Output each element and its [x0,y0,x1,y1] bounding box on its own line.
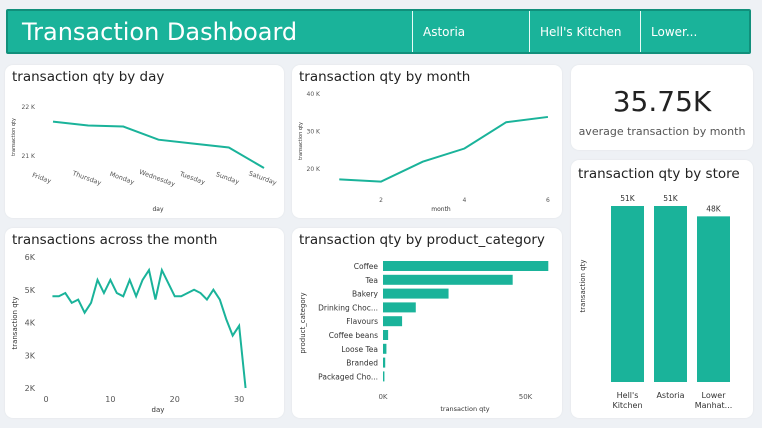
x-tick-label: 0K [378,393,387,401]
y-tick-label: 20 K [307,166,322,173]
y-tick-label: 40 K [307,91,322,98]
x-tick-label: 0 [43,395,48,404]
kpi-label: average transaction by month [578,125,746,138]
y-axis-label: transaction qty [298,122,304,160]
x-tick-label: Kitchen [612,401,642,410]
x-tick-label: Lower [702,391,727,400]
y-axis-label: transaction qty [11,118,17,156]
x-tick-label: Tuesday [178,169,207,186]
bar-value-label: 51K [620,194,636,203]
y-tick-label: Packaged Cho... [318,372,378,381]
kpi-card: 35.75K average transaction by month [571,65,753,150]
x-tick-label: 4 [463,197,467,204]
y-tick-label: Drinking Choc... [318,303,378,312]
kpi-value: 35.75K [612,85,712,118]
x-tick-label: Thursday [70,169,102,187]
chart-card-by-category: transaction qty by product_category Coff… [292,228,562,418]
chart-card-by-month: transaction qty by month 20 K 30 K 40 K246… [292,65,562,218]
x-tick-label: Sunday [215,170,241,186]
chart-by-month: 20 K 30 K 40 K 2 4 6 month transaction qty [298,91,550,213]
bar [611,206,644,382]
y-tick-label: Branded [346,359,378,368]
x-tick-label: 20 [170,395,180,404]
y-tick-label: 2K [25,384,36,393]
y-tick-label: Coffee [354,262,379,271]
y-axis-label: transaction qty [579,259,587,312]
y-tick-label: 22 K [22,104,37,111]
y-tick-label: 30 K [307,129,322,136]
bar [383,274,513,285]
slicer-astoria[interactable]: Astoria [412,11,529,52]
series-line [52,120,265,169]
y-tick-label: 6K [25,253,36,262]
y-tick-label: 21 K [22,153,37,160]
x-tick-label: Hell's [617,391,639,400]
series-line [339,115,549,183]
x-axis-label: day [152,206,163,213]
bar [383,330,389,340]
y-tick-label: Flavours [346,317,378,326]
x-tick-label: Monday [109,170,136,186]
x-tick-label: 6 [546,197,550,204]
x-axis-label: month [431,206,451,213]
y-axis-label: transaction qty [11,296,19,349]
y-tick-label: 4K [25,319,36,328]
bar-value-label: 51K [663,194,679,203]
header-bar: Transaction Dashboard Astoria Hell's Kit… [6,9,751,54]
x-tick-label: Wednesday [138,168,176,188]
y-tick-label: Tea [364,276,378,285]
x-tick-label: Astoria [656,391,684,400]
x-axis-label: day [152,406,165,414]
slicer-lower-manhattan[interactable]: Lower... [640,11,750,52]
x-tick-label: 30 [234,395,244,404]
chart-card-by-store: transaction qty by store 51K Hell's Kitche… [571,160,753,418]
chart-by-day: 21 K 22 K Friday Thursday Monday Wednesday Tue… [11,104,278,213]
series-line [52,267,247,389]
bar [383,261,549,271]
y-tick-label: Loose Tea [341,345,378,354]
bar [383,357,386,368]
y-axis-label: product_category [299,292,307,353]
chart-across-month: 2K 3K 4K 5K 6K 0 10 20 30 day transaction qty [11,253,247,414]
bar [383,343,387,354]
dashboard-title: Transaction Dashboard [22,18,298,46]
bar [697,216,730,382]
bar [383,302,416,313]
x-tick-label: Saturday [248,169,278,187]
chart-by-store: 51K Hell'sKitchen 51K Astoria 48K LowerManhat… [579,194,733,410]
y-tick-label: Coffee beans [329,331,378,340]
bar [383,288,449,299]
bar [383,371,385,382]
bar-value-label: 48K [706,204,722,213]
x-tick-label: Friday [31,171,52,185]
slicer-hells-kitchen[interactable]: Hell's Kitchen [529,11,640,52]
bar [383,316,403,327]
chart-card-by-day: transaction qty by day 21 K 22 K Friday Thu… [5,65,284,218]
x-tick-label: 10 [105,395,115,404]
x-tick-label: Manhat... [695,401,733,410]
x-tick-label: 2 [379,197,383,204]
chart-by-category: Coffee Tea Bakery Drinking Choc... Flavours C… [299,261,549,413]
y-tick-label: 5K [25,286,36,295]
y-tick-label: 3K [25,351,36,360]
x-axis-label: transaction qty [440,405,489,413]
bar [654,206,687,382]
y-tick-label: Bakery [352,290,379,299]
chart-card-across-month: transactions across the month 2K 3K 4K 5K 6K… [5,228,284,418]
x-tick-label: 50K [519,393,533,401]
